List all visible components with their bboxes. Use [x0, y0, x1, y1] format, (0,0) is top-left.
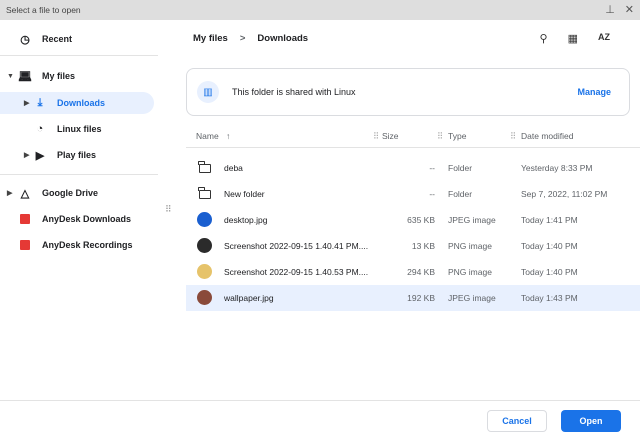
breadcrumb-my-files[interactable]: My files: [193, 33, 228, 44]
file-name: deba: [224, 163, 243, 173]
open-button[interactable]: Open: [561, 410, 621, 432]
file-date: Sep 7, 2022, 11:02 PM: [521, 189, 608, 199]
sidebar-item-anydesk-recordings[interactable]: AnyDesk Recordings: [0, 234, 158, 256]
file-name: New folder: [224, 189, 265, 199]
penguin-icon: ◔: [36, 123, 44, 135]
toolbar: ⚲ ▦ AZ: [540, 32, 610, 45]
file-type: JPEG image: [448, 215, 496, 225]
image-thumbnail-icon: [197, 264, 212, 279]
clock-icon: ◷: [20, 33, 30, 46]
anydesk-icon: [20, 214, 30, 224]
manage-button[interactable]: Manage: [577, 87, 611, 97]
column-resize-handle[interactable]: ⠿: [437, 131, 443, 142]
file-row[interactable]: desktop.jpg 635 KB JPEG image Today 1:41 PM: [186, 207, 640, 233]
file-type: PNG image: [448, 241, 492, 251]
image-thumbnail-icon: [197, 238, 212, 253]
shared-with-linux-banner: ▥ This folder is shared with Linux Manag…: [186, 68, 630, 116]
file-type: JPEG image: [448, 293, 496, 303]
laptop-icon: 💻︎: [18, 70, 32, 83]
window-title: Select a file to open: [6, 5, 81, 15]
file-type: Folder: [448, 163, 473, 173]
file-date: Today 1:40 PM: [521, 241, 578, 251]
image-thumbnail-icon: [197, 212, 212, 227]
file-name: wallpaper.jpg: [224, 293, 274, 303]
column-type[interactable]: Type: [448, 131, 466, 141]
sort-arrow-icon[interactable]: ↑: [226, 131, 230, 141]
file-type: PNG image: [448, 267, 492, 277]
file-size: 635 KB: [407, 215, 435, 225]
file-size: --: [429, 163, 435, 173]
file-type: Folder: [448, 189, 473, 199]
file-size: 13 KB: [411, 241, 435, 251]
resize-handle[interactable]: ⠿: [165, 204, 172, 215]
file-date: Yesterday 8:33 PM: [521, 163, 593, 173]
sort-az-icon[interactable]: AZ: [598, 32, 610, 45]
expand-arrow-icon[interactable]: ▶: [24, 99, 29, 107]
file-name: Screenshot 2022-09-15 1.40.53 PM....: [224, 267, 369, 277]
sidebar-item-linux-files[interactable]: ◔ Linux files: [0, 118, 158, 140]
sidebar-item-anydesk-downloads[interactable]: AnyDesk Downloads: [0, 208, 158, 230]
sidebar-item-recent[interactable]: ◷ Recent: [0, 28, 158, 50]
divider: [0, 174, 158, 175]
search-icon[interactable]: ⚲: [540, 32, 548, 45]
expand-arrow-icon[interactable]: ▶: [24, 151, 29, 159]
column-resize-handle[interactable]: ⠿: [510, 131, 516, 142]
file-date: Today 1:43 PM: [521, 293, 578, 303]
sidebar-item-downloads[interactable]: ▶ ⤓ Downloads: [0, 92, 154, 114]
file-row[interactable]: New folder -- Folder Sep 7, 2022, 11:02 PM: [186, 181, 640, 207]
drive-icon: △: [20, 187, 30, 200]
file-date: Today 1:40 PM: [521, 267, 578, 277]
sidebar-item-google-drive[interactable]: ▶ △ Google Drive: [0, 182, 158, 204]
title-bar: Select a file to open ⊥ ✕: [0, 0, 640, 20]
banner-text: This folder is shared with Linux: [232, 87, 356, 97]
sidebar-item-my-files[interactable]: ▼ 💻︎ My files: [0, 65, 158, 87]
building-icon: ▥: [197, 81, 219, 103]
breadcrumb-separator: >: [239, 33, 246, 44]
divider: [0, 55, 158, 56]
expand-arrow-icon[interactable]: ▼: [7, 73, 14, 80]
sidebar-item-play-files[interactable]: ▶ ▶ Play files: [0, 144, 158, 166]
grid-view-icon[interactable]: ▦: [568, 32, 578, 45]
image-thumbnail-icon: [197, 290, 212, 305]
file-row[interactable]: deba -- Folder Yesterday 8:33 PM: [186, 155, 640, 181]
column-date-modified[interactable]: Date modified: [521, 131, 573, 141]
close-icon[interactable]: ✕: [625, 3, 634, 16]
column-resize-handle[interactable]: ⠿: [373, 131, 379, 142]
file-row[interactable]: Screenshot 2022-09-15 1.40.41 PM.... 13 K…: [186, 233, 640, 259]
folder-icon: [198, 187, 211, 199]
breadcrumb-downloads[interactable]: Downloads: [257, 33, 308, 44]
footer-divider: [0, 400, 640, 401]
file-size: 294 KB: [407, 267, 435, 277]
file-row[interactable]: wallpaper.jpg 192 KB JPEG image Today 1:43 …: [186, 285, 640, 311]
cancel-button[interactable]: Cancel: [487, 410, 547, 432]
file-size: 192 KB: [407, 293, 435, 303]
column-headers: Name ↑ ⠿ Size ⠿ Type ⠿ Date modified: [186, 124, 640, 148]
file-date: Today 1:41 PM: [521, 215, 578, 225]
expand-arrow-icon[interactable]: ▶: [7, 189, 12, 197]
pin-icon[interactable]: ⊥: [605, 3, 615, 16]
download-icon: ⤓: [37, 96, 43, 109]
file-name: desktop.jpg: [224, 215, 268, 225]
file-row[interactable]: Screenshot 2022-09-15 1.40.53 PM.... 294 …: [186, 259, 640, 285]
column-size[interactable]: Size: [382, 131, 399, 141]
file-name: Screenshot 2022-09-15 1.40.41 PM....: [224, 241, 369, 251]
column-name[interactable]: Name: [196, 131, 219, 141]
folder-icon: [198, 161, 211, 173]
breadcrumb: My files > Downloads: [193, 33, 308, 44]
anydesk-icon: [20, 240, 30, 250]
file-size: --: [429, 189, 435, 199]
play-icon: ▶: [35, 149, 45, 162]
